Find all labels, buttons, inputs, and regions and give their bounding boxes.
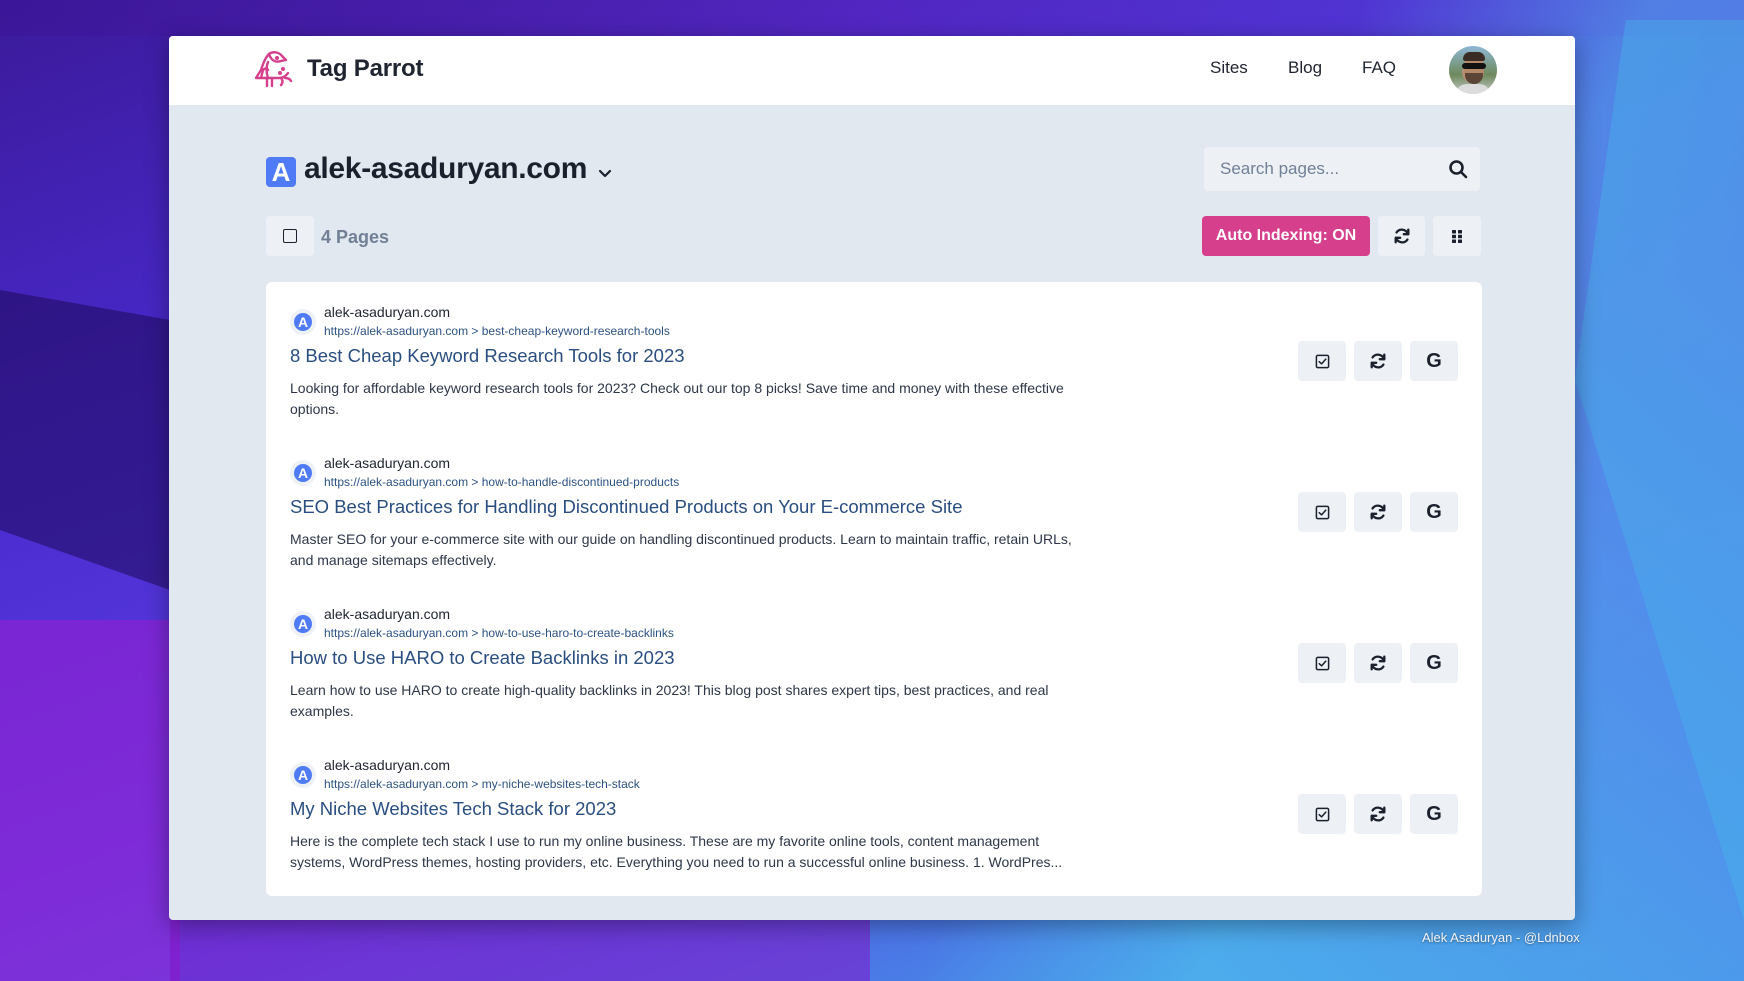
google-icon: G	[1426, 349, 1442, 372]
favicon-letter: A	[294, 464, 312, 482]
page-domain: alek-asaduryan.com	[324, 304, 451, 320]
mark-indexed-button[interactable]	[1298, 341, 1346, 381]
background-shape	[170, 920, 870, 981]
background-shape	[0, 290, 170, 590]
site-favicon: A	[290, 460, 316, 486]
avatar-hair	[1463, 52, 1485, 61]
site-selector[interactable]: A alek-asaduryan.com	[266, 151, 613, 187]
favicon-letter: A	[294, 615, 312, 633]
background-shape	[1575, 20, 1744, 920]
favicon-letter: A	[294, 766, 312, 784]
page-breadcrumb: https://alek-asaduryan.com > how-to-use-…	[324, 626, 674, 640]
page-description: Looking for affordable keyword research …	[290, 380, 1064, 417]
page-breadcrumb: https://alek-asaduryan.com > my-niche-we…	[324, 777, 640, 791]
refresh-icon	[1370, 655, 1386, 671]
search-input[interactable]	[1204, 159, 1434, 179]
google-index-button[interactable]: G	[1410, 643, 1458, 683]
page-list-item: A alek-asaduryan.com https://alek-asadur…	[266, 282, 1482, 433]
select-all-checkbox[interactable]	[266, 216, 314, 256]
pages-list: A alek-asaduryan.com https://alek-asadur…	[266, 282, 1482, 896]
page-domain: alek-asaduryan.com	[324, 757, 451, 773]
top-navigation-bar: Tag Parrot Sites Blog FAQ	[169, 36, 1575, 105]
checkbox-checked-icon	[1315, 656, 1329, 670]
nav-link-faq[interactable]: FAQ	[1362, 58, 1396, 78]
site-favicon: A	[290, 309, 316, 335]
page-domain: alek-asaduryan.com	[324, 606, 451, 622]
pages-count: 4 Pages	[321, 227, 390, 247]
page-title-link[interactable]: SEO Best Practices for Handling Disconti…	[290, 496, 963, 518]
page-breadcrumb: https://alek-asaduryan.com > best-cheap-…	[324, 324, 670, 338]
google-icon: G	[1426, 651, 1442, 674]
site-favicon: A	[290, 762, 316, 788]
site-title: alek-asaduryan.com	[304, 152, 588, 185]
reindex-button[interactable]	[1354, 643, 1402, 683]
background-shape	[0, 620, 180, 981]
google-icon: G	[1426, 802, 1442, 825]
search-icon[interactable]	[1448, 159, 1468, 179]
favicon-letter: A	[294, 313, 312, 331]
page-description: Master SEO for your e-commerce site with…	[290, 531, 1072, 568]
checkbox-checked-icon	[1315, 354, 1329, 368]
avatar-beard	[1465, 73, 1483, 84]
google-index-button[interactable]: G	[1410, 341, 1458, 381]
refresh-icon	[1370, 504, 1386, 520]
refresh-all-button[interactable]	[1378, 216, 1425, 256]
reindex-button[interactable]	[1354, 341, 1402, 381]
google-index-button[interactable]: G	[1410, 492, 1458, 532]
reindex-button[interactable]	[1354, 492, 1402, 532]
checkbox-checked-icon	[1315, 807, 1329, 821]
auto-indexing-toggle[interactable]: Auto Indexing: ON	[1202, 216, 1370, 256]
nav-link-blog[interactable]: Blog	[1288, 58, 1322, 78]
site-favicon: A	[290, 611, 316, 637]
google-index-button[interactable]: G	[1410, 794, 1458, 834]
page-title-link[interactable]: My Niche Websites Tech Stack for 2023	[290, 798, 616, 820]
mark-indexed-button[interactable]	[1298, 492, 1346, 532]
mark-indexed-button[interactable]	[1298, 794, 1346, 834]
avatar-sunglasses	[1462, 63, 1486, 69]
page-list-item: A alek-asaduryan.com https://alek-asadur…	[266, 584, 1482, 735]
reindex-button[interactable]	[1354, 794, 1402, 834]
page-description: Here is the complete tech stack I use to…	[290, 833, 1063, 870]
page-title-link[interactable]: How to Use HARO to Create Backlinks in 2…	[290, 647, 675, 669]
avatar-shirt	[1455, 84, 1491, 94]
google-icon: G	[1426, 500, 1442, 523]
app-window: Tag Parrot Sites Blog FAQ A alek-asadury…	[169, 36, 1575, 920]
main-nav: Sites Blog FAQ	[169, 58, 1575, 84]
layout-toggle-button[interactable]	[1433, 216, 1481, 256]
search-box	[1204, 147, 1480, 191]
author-credit: Alek Asaduryan - @Ldnbox	[1422, 930, 1580, 945]
site-logo: A	[266, 157, 296, 187]
mark-indexed-button[interactable]	[1298, 643, 1346, 683]
page-domain: alek-asaduryan.com	[324, 455, 451, 471]
page-list-item: A alek-asaduryan.com https://alek-asadur…	[266, 735, 1482, 886]
page-title-link[interactable]: 8 Best Cheap Keyword Research Tools for …	[290, 345, 685, 367]
refresh-icon	[1394, 228, 1409, 244]
grip-icon	[1452, 229, 1462, 243]
checkbox-checked-icon	[1315, 505, 1329, 519]
refresh-icon	[1370, 353, 1386, 369]
page-description: Learn how to use HARO to create high-qua…	[290, 682, 1049, 719]
nav-link-sites[interactable]: Sites	[1210, 58, 1248, 78]
page-list-item: A alek-asaduryan.com https://alek-asadur…	[266, 433, 1482, 584]
background-top-band	[0, 0, 1744, 36]
refresh-icon	[1370, 806, 1386, 822]
user-avatar[interactable]	[1449, 46, 1497, 94]
chevron-down-icon	[598, 169, 612, 178]
page-breadcrumb: https://alek-asaduryan.com > how-to-hand…	[324, 475, 680, 489]
checkbox-icon	[283, 229, 297, 243]
